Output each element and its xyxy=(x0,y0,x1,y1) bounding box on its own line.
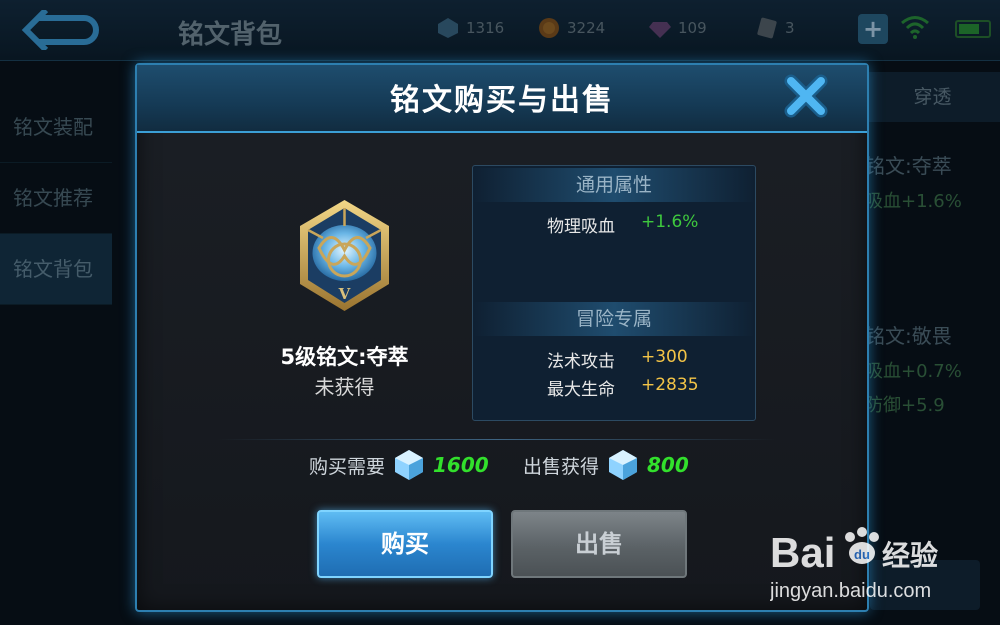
dialog-title: 铭文购买与出售 xyxy=(390,83,614,118)
attribute-value: +300 xyxy=(641,347,688,367)
level-mark: V xyxy=(338,285,351,303)
buy-sell-dialog: 铭文购买与出售 V 5级铭文:夺萃 未获得 通用属性 物理吸血 +1.6% 冒险… xyxy=(135,63,869,612)
attributes-panel: 通用属性 物理吸血 +1.6% 冒险专属 法术攻击 +300 最大生命 +283… xyxy=(472,165,756,421)
inscription-status: 未获得 xyxy=(314,375,375,399)
sell-gain: 出售获得 800 xyxy=(523,447,689,483)
close-icon[interactable] xyxy=(781,71,831,121)
attribute-name: 最大生命 xyxy=(547,380,615,400)
sell-gain-value: 800 xyxy=(647,453,689,477)
buy-cost-label: 购买需要 xyxy=(309,455,386,478)
watermark-url: jingyan.baidu.com xyxy=(770,580,931,602)
inscription-crystal-icon xyxy=(395,450,424,480)
baidu-jingyan-watermark: Bai du 经验 jingyan.baidu.com xyxy=(770,527,938,602)
buy-cost: 购买需要 1600 xyxy=(309,447,489,483)
divider xyxy=(217,439,777,440)
attribute-name: 法术攻击 xyxy=(547,352,615,372)
inscription-name: 5级铭文:夺萃 xyxy=(280,345,409,369)
buy-cost-value: 1600 xyxy=(433,453,489,477)
general-attributes-header: 通用属性 xyxy=(473,168,755,202)
sell-gain-label: 出售获得 xyxy=(523,455,600,478)
watermark-brand: Bai xyxy=(770,529,835,576)
inscription-crystal-icon xyxy=(609,450,638,480)
attribute-value: +1.6% xyxy=(641,212,699,232)
paw-icon: du xyxy=(845,527,879,564)
sell-button[interactable]: 出售 xyxy=(511,510,687,578)
adventure-attributes-header: 冒险专属 xyxy=(473,302,755,336)
attribute-value: +2835 xyxy=(641,375,699,395)
watermark-suffix: 经验 xyxy=(882,539,938,572)
svg-text:du: du xyxy=(854,547,870,562)
inscription-emblem-icon: V xyxy=(300,200,389,311)
buy-button[interactable]: 购买 xyxy=(317,510,493,578)
attribute-name: 物理吸血 xyxy=(547,217,615,237)
